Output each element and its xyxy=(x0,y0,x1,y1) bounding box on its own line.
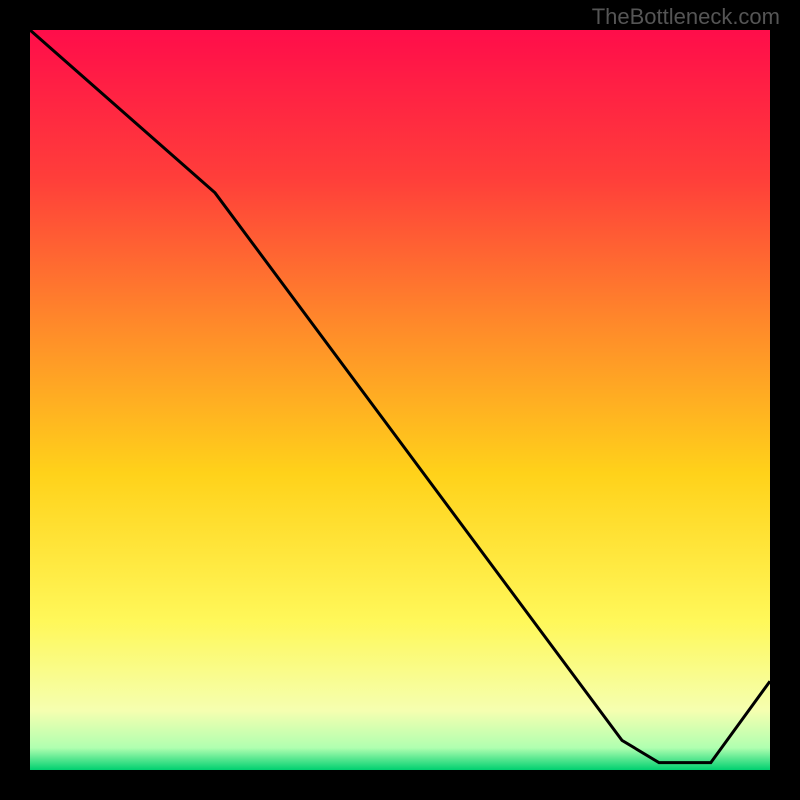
watermark-text: TheBottleneck.com xyxy=(592,4,780,30)
chart-plot-area xyxy=(30,30,770,770)
chart-line xyxy=(30,30,770,770)
